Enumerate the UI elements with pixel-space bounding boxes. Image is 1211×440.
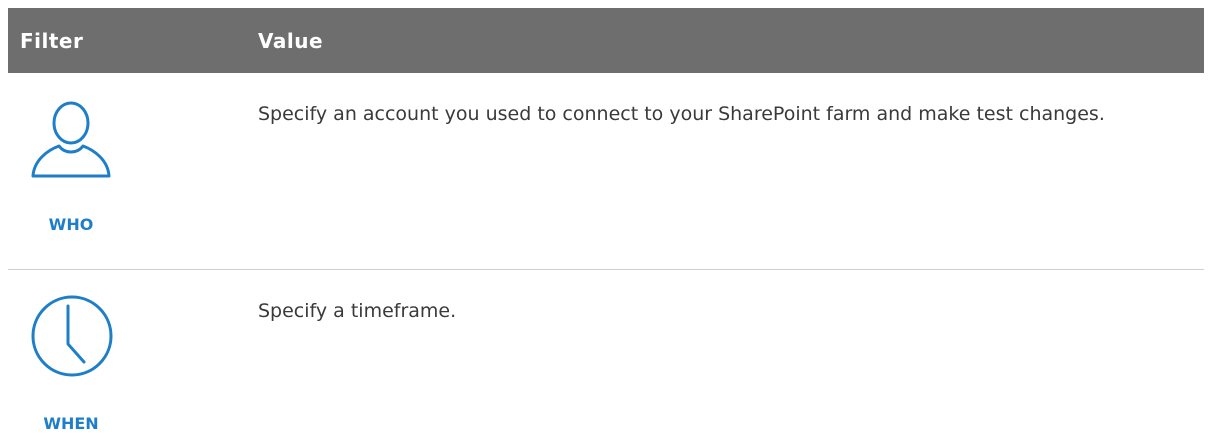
clock-icon [30,294,114,382]
value-text-when: Specify a timeframe. [258,300,457,322]
table-row-who: WHO Specify an account you used to conne… [8,73,1204,270]
column-header-value: Value [258,29,324,53]
filter-table: Filter Value WHO Specify an account you … [0,0,1211,440]
value-text-who: Specify an account you used to connect t… [258,103,1105,125]
table-row-when: WHEN Specify a timeframe. [8,270,1204,440]
filter-label-when: WHEN [43,414,99,433]
user-icon [30,100,112,186]
column-header-filter: Filter [20,29,84,53]
table-header: Filter Value [8,8,1204,73]
filter-label-who: WHO [48,215,94,234]
